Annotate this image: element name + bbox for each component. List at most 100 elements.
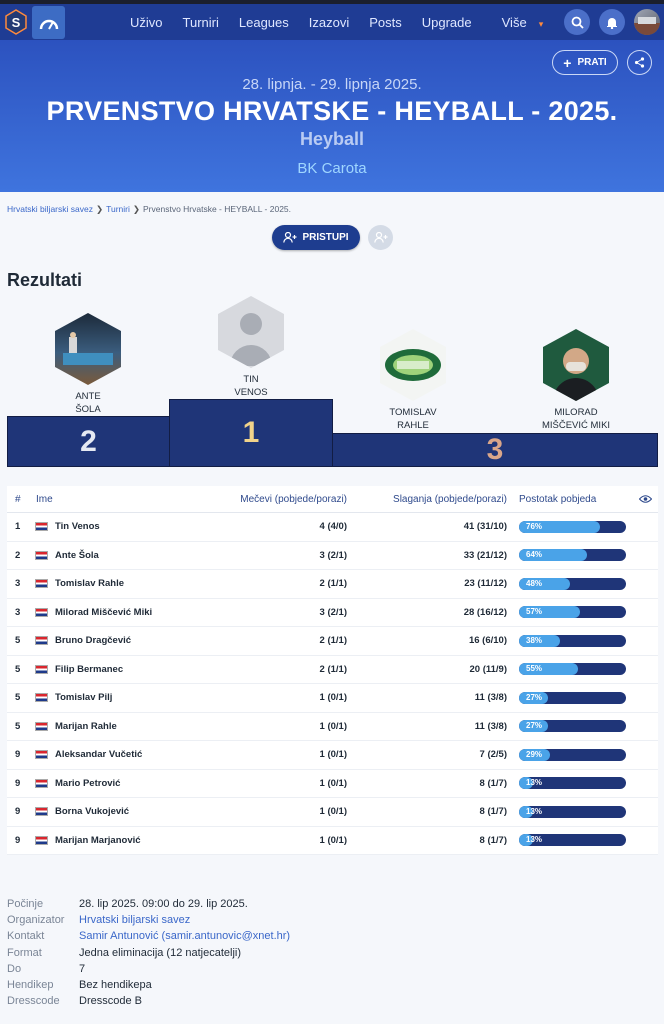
row-rank: 5	[15, 720, 21, 732]
row-matches: 1 (0/1)	[319, 749, 347, 761]
player-photo-ante-sola[interactable]	[55, 313, 121, 385]
row-player[interactable]: Bruno Dragčević	[29, 635, 219, 646]
user-avatar[interactable]	[634, 9, 660, 35]
player-photo-tomislav-rahle[interactable]	[380, 329, 446, 401]
table-row[interactable]: 2 Ante Šola 3 (2/1) 33 (21/12) 64%	[7, 542, 658, 570]
svg-text:S: S	[12, 15, 21, 30]
bell-icon[interactable]	[599, 9, 625, 35]
win-pct-bar: 55%	[519, 663, 626, 676]
tournament-venue-link[interactable]: BK Carota	[0, 160, 664, 177]
win-pct-label: 13%	[526, 835, 543, 845]
nav-upgrade[interactable]: Upgrade	[422, 15, 472, 30]
table-row[interactable]: 5 Bruno Dragčević 2 (1/1) 16 (6/10) 38%	[7, 627, 658, 656]
table-row[interactable]: 9 Marijan Marjanović 1 (0/1) 8 (1/7) 13%	[7, 827, 658, 855]
row-player[interactable]: Milorad Miščević Miki	[29, 607, 219, 618]
header-rank: #	[15, 493, 21, 505]
header-name[interactable]: Ime	[29, 494, 219, 505]
croatia-flag-icon	[35, 522, 48, 532]
organizer-link[interactable]: Hrvatski biljarski savez	[79, 912, 190, 928]
info-row-start: Počinje 28. lip 2025. 09:00 do 29. lip 20…	[7, 896, 290, 912]
table-row[interactable]: 9 Mario Petrović 1 (0/1) 8 (1/7) 13%	[7, 770, 658, 798]
breadcrumb-link-turniri[interactable]: Turniri	[106, 204, 130, 214]
breadcrumb-separator: ❯	[95, 204, 104, 214]
row-racks: 8 (1/7)	[479, 834, 507, 846]
info-label: Kontakt	[7, 930, 45, 943]
info-row-race-to: Do 7	[7, 961, 290, 977]
info-label: Počinje	[7, 898, 44, 910]
player-photo-tin-venos[interactable]	[218, 296, 284, 368]
table-row[interactable]: 3 Milorad Miščević Miki 3 (2/1) 28 (16/12) 5…	[7, 599, 658, 627]
podium-second-name: ANTE ŠOLA	[40, 390, 136, 416]
breadcrumb-link-savez[interactable]: Hrvatski biljarski savez	[7, 204, 93, 214]
row-matches: 2 (1/1)	[319, 635, 347, 647]
row-player[interactable]: Ante Šola	[29, 550, 219, 561]
eye-icon[interactable]	[638, 494, 653, 507]
table-header: # Ime Mečevi (pobjede/porazi) Slaganja (…	[7, 486, 658, 513]
row-player-name: Mario Petrović	[55, 777, 121, 789]
nav-posts[interactable]: Posts	[369, 15, 402, 30]
header-win-pct[interactable]: Postotak pobjeda	[507, 494, 647, 505]
croatia-flag-icon	[35, 693, 48, 703]
win-pct-label: 29%	[526, 749, 543, 759]
row-player[interactable]: Aleksandar Vučetić	[29, 749, 219, 760]
row-player[interactable]: Mario Petrović	[29, 778, 219, 789]
header-matches[interactable]: Mečevi (pobjede/porazi)	[219, 494, 347, 505]
add-participant-button[interactable]	[368, 225, 393, 250]
row-player[interactable]: Marijan Rahle	[29, 721, 219, 732]
table-row[interactable]: 5 Marijan Rahle 1 (0/1) 11 (3/8) 27%	[7, 713, 658, 741]
player-photo-milorad-miscevic[interactable]	[543, 329, 609, 401]
table-row[interactable]: 1 Tin Venos 4 (4/0) 41 (31/10) 76%	[7, 513, 658, 542]
header-racks[interactable]: Slaganja (pobjede/porazi)	[347, 494, 507, 505]
win-pct-label: 55%	[526, 664, 543, 674]
row-player[interactable]: Tin Venos	[29, 521, 219, 532]
podium-third-b-first-name: MILORAD	[554, 407, 598, 418]
info-label: Do	[7, 962, 22, 975]
podium-second-last-name: ŠOLA	[75, 404, 101, 415]
table-row[interactable]: 5 Filip Bermanec 2 (1/1) 20 (11/9) 55%	[7, 656, 658, 684]
site-logo[interactable]: S	[5, 9, 27, 35]
follow-button[interactable]: + PRATI	[552, 50, 618, 75]
info-label: Organizator	[7, 914, 65, 927]
share-icon[interactable]	[627, 50, 652, 75]
nav-vise-label: Više	[501, 14, 527, 30]
nav-uzivo[interactable]: Uživo	[130, 15, 163, 30]
row-player[interactable]: Tomislav Pilj	[29, 692, 219, 703]
row-win-pct: 27%	[507, 720, 647, 733]
table-row[interactable]: 9 Aleksandar Vučetić 1 (0/1) 7 (2/5) 29%	[7, 741, 658, 770]
win-pct-label: 13%	[526, 778, 543, 788]
row-matches: 1 (0/1)	[319, 720, 347, 732]
row-win-pct: 27%	[507, 691, 647, 704]
row-matches: 2 (1/1)	[319, 578, 347, 590]
win-pct-bar: 27%	[519, 691, 626, 704]
dashboard-gauge-icon[interactable]	[32, 6, 65, 39]
row-win-pct: 13%	[507, 834, 647, 847]
table-row[interactable]: 3 Tomislav Rahle 2 (1/1) 23 (11/12) 48%	[7, 570, 658, 599]
row-racks: 16 (6/10)	[468, 635, 507, 647]
win-pct-label: 57%	[526, 607, 543, 617]
nav-vise[interactable]: Više ▾	[492, 15, 554, 30]
croatia-flag-icon	[35, 664, 48, 674]
nav-leagues[interactable]: Leagues	[239, 15, 289, 30]
table-row[interactable]: 5 Tomislav Pilj 1 (0/1) 11 (3/8) 27%	[7, 684, 658, 713]
search-icon[interactable]	[564, 9, 590, 35]
row-player[interactable]: Marijan Marjanović	[29, 835, 219, 846]
row-racks: 8 (1/7)	[479, 777, 507, 789]
nav-turniri[interactable]: Turniri	[183, 15, 219, 30]
podium-third-a-last-name: RAHLE	[397, 420, 429, 431]
row-player[interactable]: Borna Vukojević	[29, 806, 219, 817]
croatia-flag-icon	[35, 721, 48, 731]
croatia-flag-icon	[35, 550, 48, 560]
row-player[interactable]: Tomislav Rahle	[29, 578, 219, 589]
nav-izazovi[interactable]: Izazovi	[309, 15, 349, 30]
row-rank: 9	[15, 749, 21, 761]
podium-first-name: TIN VENOS	[203, 373, 299, 399]
contact-link[interactable]: Samir Antunović (samir.antunovic@xnet.hr…	[79, 928, 290, 944]
row-rank: 3	[15, 578, 21, 590]
row-player-name: Ante Šola	[55, 549, 99, 561]
table-row[interactable]: 9 Borna Vukojević 1 (0/1) 8 (1/7) 13%	[7, 798, 658, 827]
row-player[interactable]: Filip Bermanec	[29, 664, 219, 675]
podium-third-a-name: TOMISLAV RAHLE	[365, 406, 461, 432]
join-button[interactable]: PRISTUPI	[272, 225, 360, 250]
info-value: 28. lip 2025. 09:00 do 29. lip 2025.	[79, 898, 248, 910]
row-racks: 7 (2/5)	[479, 749, 507, 761]
